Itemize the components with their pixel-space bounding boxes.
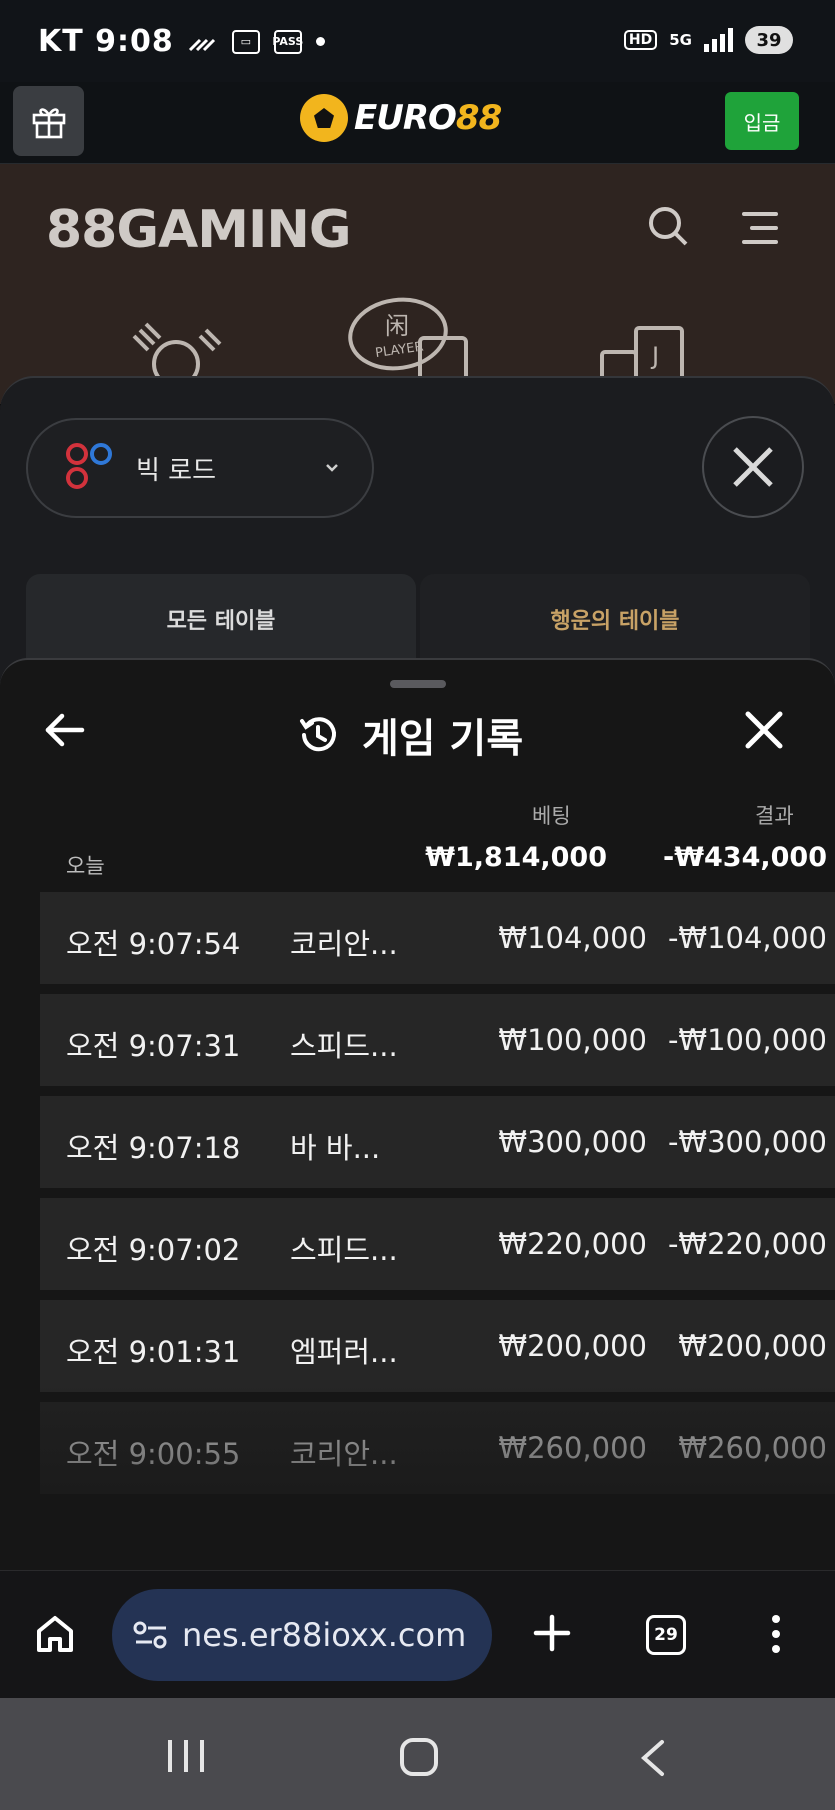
address-bar[interactable]: nes.er88ioxx.com: [112, 1589, 492, 1681]
notification-dot-icon: [315, 37, 325, 46]
row-result: ₩260,000: [678, 1431, 827, 1465]
tab-lucky-tables[interactable]: 행운의 테이블: [420, 574, 810, 664]
chevron-down-icon: [326, 464, 338, 472]
site-header: EURO88 입금: [0, 82, 835, 164]
signal-icon: [704, 28, 733, 52]
player-badge-text: PLAYER: [374, 340, 424, 362]
table-row[interactable]: 오전 9:07:54 코리안... ₩104,000 -₩104,000: [40, 892, 835, 984]
row-time: 오전 9:07:18: [66, 1131, 241, 1165]
close-icon: [745, 711, 783, 749]
row-game: 스피드...: [290, 1029, 398, 1063]
soccer-ball-icon: [300, 94, 348, 142]
arrow-left-icon: [45, 713, 85, 747]
row-bet: ₩200,000: [498, 1329, 647, 1363]
home-icon: [37, 1616, 73, 1652]
menu-button[interactable]: [742, 212, 778, 244]
row-result: -₩100,000: [667, 1023, 827, 1057]
column-header-bet: 베팅: [532, 804, 571, 828]
row-bet: ₩300,000: [498, 1125, 647, 1159]
row-result: -₩220,000: [667, 1227, 827, 1261]
system-back-button[interactable]: [638, 1738, 666, 1782]
gaming-logo[interactable]: 88GAMING: [46, 200, 352, 260]
big-road-icon: [60, 441, 114, 495]
row-time: 오전 9:00:55: [66, 1437, 241, 1471]
row-game: 엠퍼러...: [290, 1335, 398, 1369]
history-title: 게임 기록: [296, 706, 523, 764]
row-game: 스피드...: [290, 1233, 398, 1267]
drag-handle[interactable]: [390, 680, 446, 688]
browser-home-button[interactable]: [34, 1613, 76, 1659]
game-history-sheet: 게임 기록 베팅 결과 오늘 ₩1,814,000 -₩434,000 오전 9…: [0, 658, 835, 1570]
today-result-total: -₩434,000: [663, 842, 827, 873]
plus-icon: [533, 1614, 571, 1652]
brand-logo[interactable]: EURO88: [300, 94, 502, 142]
row-bet: ₩100,000: [498, 1023, 647, 1057]
gift-icon: [32, 108, 65, 139]
new-tab-button[interactable]: [532, 1613, 572, 1657]
history-icon: [300, 717, 336, 752]
recent-apps-icon: [168, 1740, 172, 1772]
search-icon: [649, 207, 688, 246]
back-chevron-icon: [640, 1740, 664, 1776]
menu-icon: [742, 212, 778, 216]
row-time: 오전 9:07:02: [66, 1233, 241, 1267]
today-label: 오늘: [66, 854, 105, 878]
carrier-time: KT 9:08: [38, 24, 174, 59]
row-result: -₩300,000: [667, 1125, 827, 1159]
search-button[interactable]: [646, 204, 690, 252]
deposit-button[interactable]: 입금: [725, 92, 799, 150]
hd-voice-icon: HD: [623, 30, 658, 50]
card-icon: ▭: [231, 29, 260, 54]
table-row[interactable]: 오전 9:07:02 스피드... ₩220,000 -₩220,000: [40, 1198, 835, 1290]
close-history-button[interactable]: [744, 710, 784, 754]
today-bet-total: ₩1,814,000: [425, 842, 607, 873]
pass-icon: PASS: [272, 29, 303, 54]
system-home-button[interactable]: [400, 1738, 438, 1776]
row-bet: ₩260,000: [498, 1431, 647, 1465]
tab-switcher-button[interactable]: 29: [646, 1615, 686, 1655]
row-game: 코리안...: [290, 927, 398, 961]
svg-text:闲: 闲: [385, 312, 409, 340]
site-settings-icon: [133, 1621, 167, 1649]
row-time: 오전 9:01:31: [66, 1335, 241, 1369]
row-time: 오전 9:07:54: [66, 927, 241, 961]
today-summary: 오늘 ₩1,814,000 -₩434,000: [0, 838, 835, 888]
history-list: 오전 9:07:54 코리안... ₩104,000 -₩104,000 오전 …: [40, 892, 835, 1504]
row-time: 오전 9:07:31: [66, 1029, 241, 1063]
close-panel-button[interactable]: [702, 416, 804, 518]
network-5g-icon: 5G: [669, 31, 692, 49]
tab-all-tables[interactable]: 모든 테이블: [26, 574, 416, 664]
row-game: 코리안...: [290, 1437, 398, 1471]
gift-button[interactable]: [13, 86, 84, 156]
status-bar: KT 9:08 ▭ PASS HD 5G 39: [0, 0, 835, 82]
more-vert-icon: [772, 1615, 780, 1623]
table-row[interactable]: 오전 9:01:31 엠퍼러... ₩200,000 ₩200,000: [40, 1300, 835, 1392]
back-button[interactable]: [44, 712, 86, 752]
table-row[interactable]: 오전 9:07:18 바 바... ₩300,000 -₩300,000: [40, 1096, 835, 1188]
brand-name: EURO88: [354, 98, 502, 138]
battery-icon: 39: [745, 26, 793, 54]
column-header-result: 결과: [755, 804, 794, 828]
row-bet: ₩104,000: [498, 921, 647, 955]
svg-text:J: J: [650, 342, 659, 370]
gaming-header: 88GAMING 闲 PLAYER A J: [0, 164, 835, 404]
table-tabs: 모든 테이블 행운의 테이블: [26, 574, 810, 664]
row-game: 바 바...: [290, 1131, 381, 1165]
close-icon: [733, 447, 773, 487]
url-text: nes.er88ioxx.com: [182, 1616, 467, 1654]
wifi-calling-icon: [188, 38, 215, 51]
road-type-select[interactable]: 빅 로드: [26, 418, 374, 518]
browser-toolbar: nes.er88ioxx.com 29: [0, 1570, 835, 1698]
table-row[interactable]: 오전 9:00:55 코리안... ₩260,000 ₩260,000: [40, 1402, 835, 1494]
road-type-label: 빅 로드: [136, 455, 217, 486]
row-result: ₩200,000: [678, 1329, 827, 1363]
row-result: -₩104,000: [667, 921, 827, 955]
table-row[interactable]: 오전 9:07:31 스피드... ₩100,000 -₩100,000: [40, 994, 835, 1086]
more-menu-button[interactable]: [772, 1615, 780, 1653]
row-bet: ₩220,000: [498, 1227, 647, 1261]
system-nav-bar: [0, 1698, 835, 1810]
recent-apps-button[interactable]: [168, 1740, 204, 1772]
